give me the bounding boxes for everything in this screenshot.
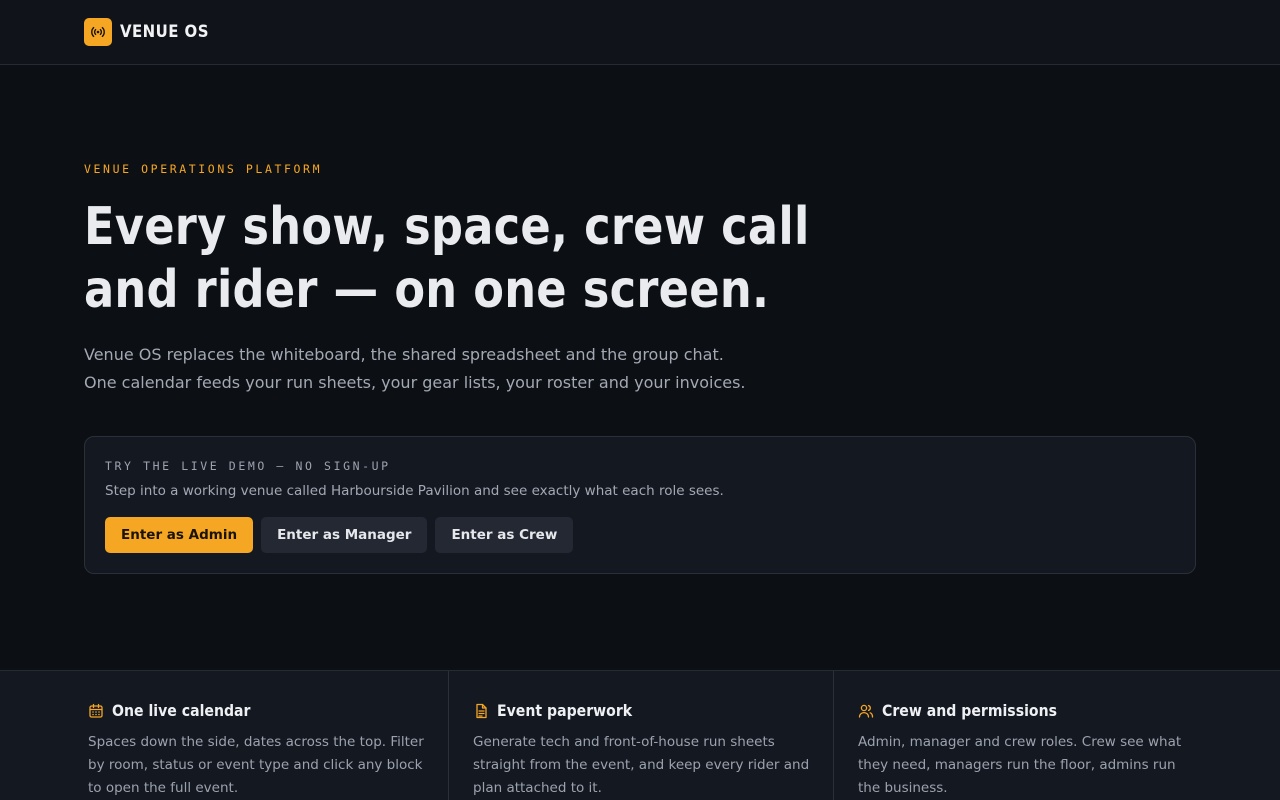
enter-as-crew-button[interactable]: Enter as Crew	[435, 517, 574, 553]
feature-live-calendar: One live calendar Spaces down the side, …	[84, 671, 447, 800]
top-nav-bar: VENUE OS	[0, 0, 1280, 65]
feature-title: One live calendar	[112, 701, 251, 720]
feature-description: Generate tech and front-of-house run she…	[473, 734, 810, 796]
feature-description: Admin, manager and crew roles. Crew see …	[858, 734, 1182, 796]
feature-title: Crew and permissions	[882, 701, 1057, 720]
document-icon	[473, 703, 489, 719]
brand-name: VENUE OS	[120, 22, 209, 42]
hero-subtitle: Venue OS replaces the whiteboard, the sh…	[84, 341, 844, 397]
feature-description: Spaces down the side, dates across the t…	[88, 734, 424, 796]
enter-as-manager-button[interactable]: Enter as Manager	[261, 517, 428, 553]
hero-subtitle-line-2: One calendar feeds your run sheets, your…	[84, 373, 746, 392]
feature-crew-permissions: Crew and permissions Admin, manager and …	[833, 671, 1213, 800]
enter-as-admin-button[interactable]: Enter as Admin	[105, 517, 254, 553]
demo-description: Step into a working venue called Harbour…	[105, 483, 724, 499]
hero-headline: Every show, space, crew call and rider —…	[84, 197, 810, 320]
hero-subtitle-line-1: Venue OS replaces the whiteboard, the sh…	[84, 345, 724, 364]
brand[interactable]: VENUE OS	[84, 18, 221, 46]
demo-eyebrow: TRY THE LIVE DEMO — NO SIGN-UP	[105, 459, 391, 473]
features-strip: One live calendar Spaces down the side, …	[0, 670, 1280, 800]
hero-eyebrow: VENUE OPERATIONS PLATFORM	[84, 162, 323, 176]
demo-role-buttons: Enter as Admin Enter as Manager Enter as…	[105, 517, 574, 553]
feature-event-paperwork: Event paperwork Generate tech and front-…	[448, 671, 832, 800]
feature-title: Event paperwork	[497, 701, 633, 720]
calendar-icon	[88, 703, 104, 719]
users-icon	[858, 703, 874, 719]
live-demo-panel: TRY THE LIVE DEMO — NO SIGN-UP Step into…	[84, 436, 1196, 574]
broadcast-icon	[84, 18, 112, 46]
